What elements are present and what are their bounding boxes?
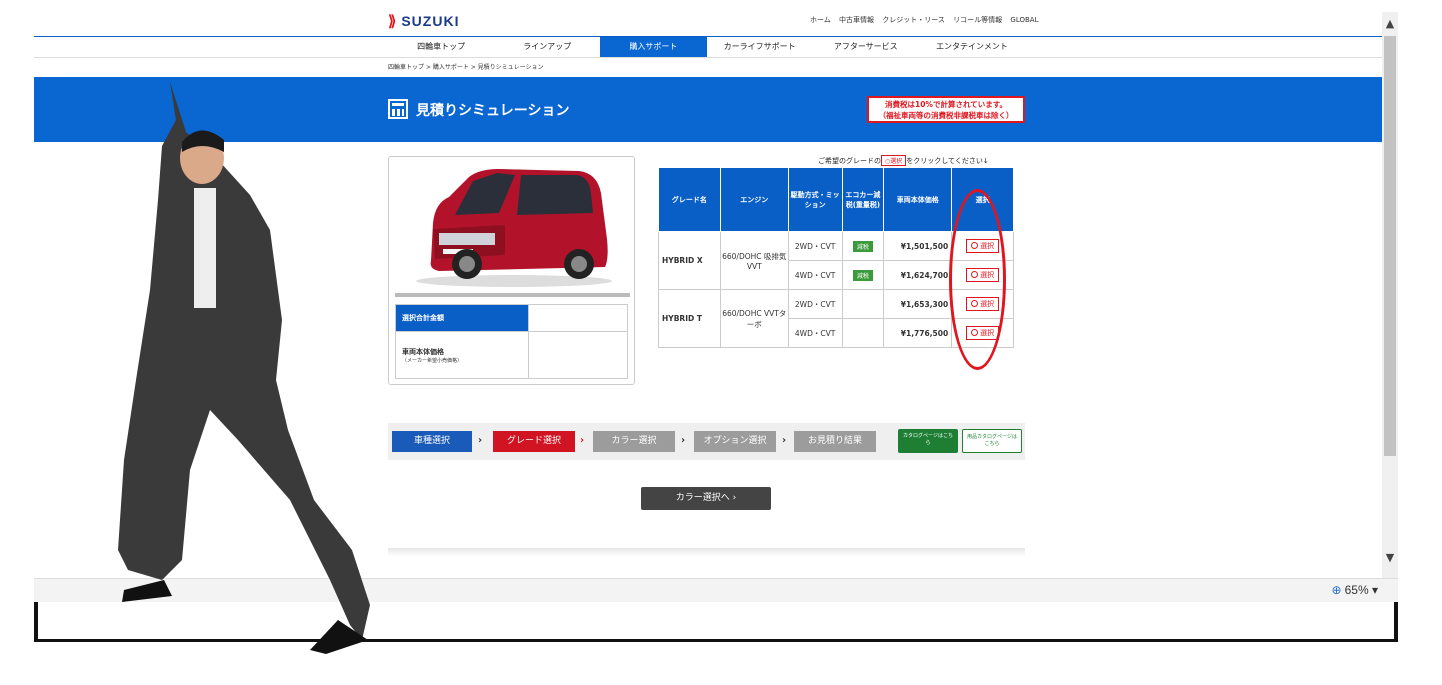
grade-hint-prefix: ご希望のグレードの [818,157,881,165]
nav-rule [34,57,1382,58]
top-link-home[interactable]: ホーム [810,16,831,24]
eco-cell: 減税 [841,260,885,290]
nav-item-top[interactable]: 四輪車トップ [388,37,494,57]
price-summary-table: 選択合計金額 車両本体価格 （メーカー希望小売価格） [395,304,628,379]
nav-item-entertainment[interactable]: エンタテインメント [919,37,1025,57]
zoom-control[interactable]: ⊕ 65% ▾ [1332,583,1378,597]
next-to-color-button[interactable]: カラー選択へ › [641,487,771,510]
breadcrumb: 四輪車トップ > 購入サポート > 見積りシミュレーション [388,64,544,71]
step-result: お見積り結果 [794,431,876,452]
red-annotation-circle [949,189,1006,370]
top-link-recall[interactable]: リコール等情報 [953,16,1002,24]
top-link-global[interactable]: GLOBAL [1010,16,1038,24]
engine-cell: 660/DOHC 吸排気VVT [719,231,789,290]
step-color: カラー選択 [593,431,675,452]
grade-hint: ご希望のグレードの ○選択 をクリックしてください↓ [818,155,989,166]
scroll-thumb[interactable] [1384,36,1396,456]
car-panel: 選択合計金額 車両本体価格 （メーカー希望小売価格） [388,156,635,385]
top-link-used[interactable]: 中古車情報 [839,16,874,24]
price-cell: ¥1,776,500 [883,318,953,348]
col-drive: 駆動方式・ミッション [787,167,843,232]
drive-cell: 2WD・CVT [787,289,843,319]
eco-cell [841,318,885,348]
step-grade[interactable]: グレード選択 [493,431,575,452]
chevron-right-icon: › [478,435,483,446]
tax-note: 消費税は10%で計算されています。 （福祉車両等の消費税非課税車は除く） [867,96,1025,123]
accessory-catalog-button[interactable]: 用品カタログページはこちら [962,429,1022,453]
chevron-right-icon: › [681,435,686,446]
eco-badge: 減税 [852,240,873,252]
grade-hint-button: ○選択 [881,155,907,166]
price-cell: ¥1,624,700 [883,260,953,290]
top-link-credit[interactable]: クレジット・リース [882,16,945,24]
nav-item-carlife[interactable]: カーライフサポート [707,37,813,57]
col-grade: グレード名 [658,167,721,232]
body-price-sub: （メーカー希望小売価格） [402,357,463,364]
catalog-button[interactable]: カタログページはこちら [898,429,958,453]
content-bottom-shadow [388,548,1025,556]
drive-cell: 4WD・CVT [787,260,843,290]
step-car[interactable]: 車種選択 [392,431,472,452]
col-eco: エコカー減税(重量税) [841,167,885,232]
col-engine: エンジン [719,167,789,232]
zoom-level: 65% [1344,583,1369,597]
nav-item-lineup[interactable]: ラインアップ [494,37,600,57]
price-cell: ¥1,653,300 [883,289,953,319]
eco-cell [841,289,885,319]
next-button-label: カラー選択へ [675,493,730,503]
eco-badge: 減税 [852,269,873,281]
nav-item-after-service[interactable]: アフターサービス [813,37,919,57]
car-image [416,169,612,287]
vertical-scrollbar[interactable]: ▲ ▼ [1382,12,1398,578]
engine-cell: 660/DOHC VVTターボ [719,289,789,348]
total-label: 選択合計金額 [395,304,529,332]
col-price: 車両本体価格 [883,167,953,232]
top-links: ホーム 中古車情報 クレジット・リース リコール等情報 GLOBAL [810,15,1044,25]
eco-cell: 減税 [841,231,885,261]
zoom-icon: ⊕ [1331,583,1342,597]
body-price-value [528,331,628,379]
tax-note-line2: （福祉車両等の消費税非課税車は除く） [878,111,1014,120]
body-price-label: 車両本体価格 （メーカー希望小売価格） [395,331,529,379]
step-option: オプション選択 [694,431,776,452]
suzuki-logo[interactable]: ⟫ SUZUKI [388,12,459,30]
page-title: 見積りシミュレーション [416,103,570,119]
person-cutout-image [118,82,370,654]
scroll-up-icon[interactable]: ▲ [1382,16,1398,32]
price-cell: ¥1,501,500 [883,231,953,261]
global-nav: 四輪車トップ ラインアップ 購入サポート カーライフサポート アフターサービス … [388,37,1025,57]
tax-note-line1: 消費税は10%で計算されています。 [885,100,1007,109]
total-value [528,304,628,332]
grade-name: HYBRID T [658,289,721,348]
car-image-divider [395,293,630,297]
drive-cell: 2WD・CVT [787,231,843,261]
nav-item-purchase-support[interactable]: 購入サポート [600,37,707,57]
grade-hint-suffix: をクリックしてください↓ [906,157,989,165]
grade-name: HYBRID X [658,231,721,290]
scroll-down-icon[interactable]: ▼ [1382,550,1398,566]
body-price-main: 車両本体価格 [402,347,444,356]
chevron-right-icon: › [580,435,585,446]
calculator-icon [388,99,408,119]
drive-cell: 4WD・CVT [787,318,843,348]
screen: ⟫ SUZUKI ホーム 中古車情報 クレジット・リース リコール等情報 GLOB… [0,0,1442,685]
chevron-right-icon: › [782,435,787,446]
step-bar: 車種選択 › グレード選択 › カラー選択 › オプション選択 › お見積り結果… [388,423,1025,460]
